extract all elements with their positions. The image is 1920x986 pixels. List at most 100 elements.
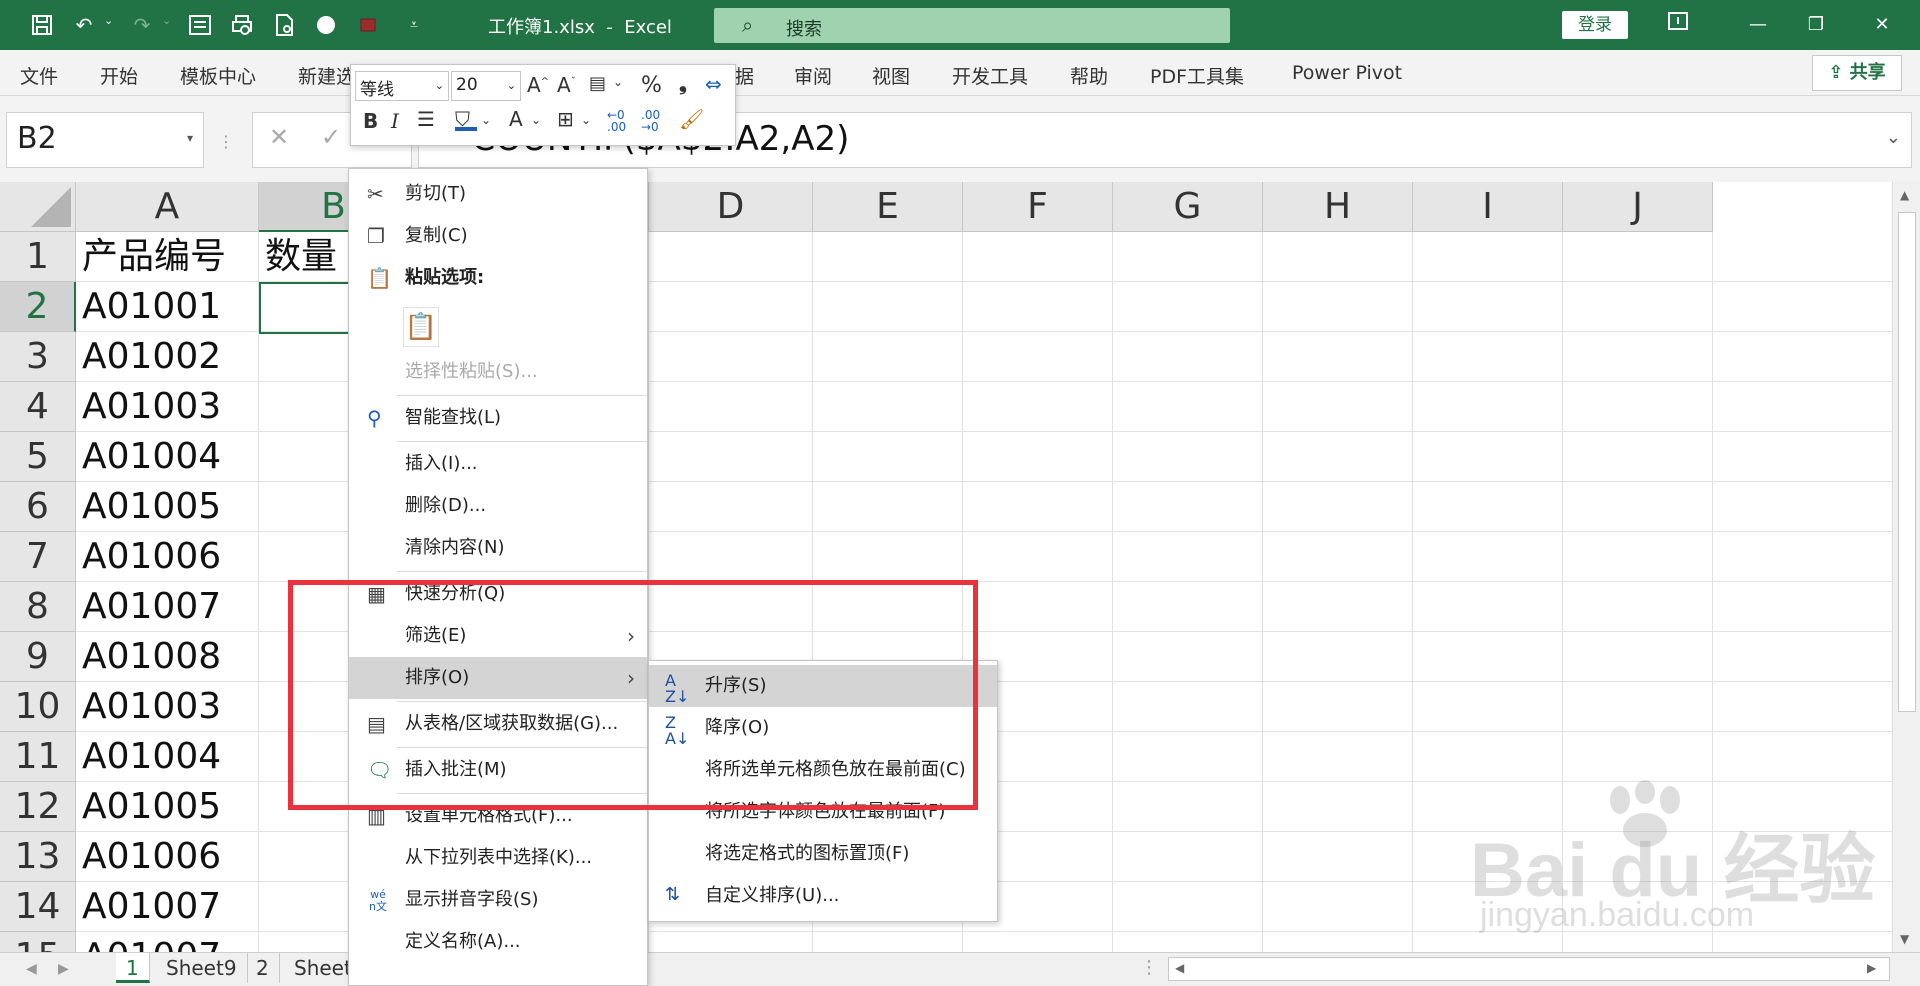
font-dropdown-icon[interactable]: ⌄ — [435, 79, 444, 92]
menu-item-delete[interactable]: 删除(D)... — [349, 485, 647, 527]
increase-font-icon[interactable]: A^ — [527, 73, 549, 97]
row-header-9[interactable]: 9 — [0, 632, 76, 682]
sheet-prev-icon[interactable]: ◀ — [26, 961, 37, 977]
cell-a9[interactable]: A01008 — [76, 632, 259, 682]
name-box[interactable]: B2 ▾ — [6, 112, 204, 168]
currency-dropdown-icon[interactable]: ⌄ — [613, 75, 623, 89]
active-cell-b2[interactable] — [259, 282, 351, 334]
tab-split-handle-icon[interactable]: ⋮ — [1140, 957, 1158, 978]
column-header-g[interactable]: G — [1113, 182, 1263, 232]
row-header-13[interactable]: 13 — [0, 832, 76, 882]
cell-a10[interactable]: A01003 — [76, 682, 259, 732]
row-header-1[interactable]: 1 — [0, 232, 76, 282]
vertical-scrollbar[interactable]: ▲ ▼ — [1892, 182, 1920, 952]
row-header-2[interactable]: 2 — [0, 282, 76, 332]
undo-dropdown-icon[interactable]: ⌄ — [104, 14, 113, 27]
redo-icon[interactable]: ↷ — [128, 11, 156, 39]
customize-icon[interactable]: ⩡ — [400, 11, 428, 39]
scroll-left-icon[interactable]: ◀ — [1175, 961, 1184, 975]
cell-a8[interactable]: A01007 — [76, 582, 259, 632]
decrease-decimal-icon[interactable]: .00 →0 — [641, 109, 660, 133]
fill-color-icon[interactable]: ⛉ — [455, 107, 477, 131]
close-icon[interactable]: ✕ — [1862, 10, 1902, 40]
decrease-font-icon[interactable]: Aˇ — [557, 73, 576, 97]
menu-item-insert[interactable]: 插入(I)... — [349, 443, 647, 485]
cell-a7[interactable]: A01006 — [76, 532, 259, 582]
paste-icon[interactable]: 📋 — [403, 307, 439, 347]
menu-item-smart-lookup[interactable]: ⚲ 智能查找(L) — [349, 397, 647, 439]
borders-dropdown-icon[interactable]: ⌄ — [581, 113, 591, 127]
enter-icon[interactable]: ✓ — [321, 123, 341, 151]
format-painter-icon[interactable]: 🖌 — [679, 107, 704, 131]
cell-a6[interactable]: A01005 — [76, 482, 259, 532]
circle-icon[interactable] — [312, 11, 340, 39]
scroll-right-icon[interactable]: ▶ — [1867, 961, 1876, 975]
borders-icon[interactable]: ⊞ — [557, 107, 574, 131]
vertical-scroll-thumb[interactable] — [1898, 212, 1916, 712]
column-header-j[interactable]: J — [1563, 182, 1713, 232]
column-header-f[interactable]: F — [963, 182, 1113, 232]
currency-format-icon[interactable]: ▤ — [589, 73, 606, 94]
menu-item-cut[interactable]: ✂ 剪切(T) — [349, 173, 647, 215]
cell-a15[interactable]: A01007 — [76, 932, 259, 952]
comma-style-icon[interactable]: ❟ — [679, 71, 687, 95]
ribbon-display-icon[interactable] — [1658, 10, 1698, 40]
sheet-tab-sheet9[interactable]: Sheet9 — [156, 953, 248, 983]
tab-review[interactable]: 审阅 — [794, 62, 832, 89]
cancel-icon[interactable]: ✕ — [269, 123, 289, 151]
size-dropdown-icon[interactable]: ⌄ — [507, 79, 516, 92]
column-header-d[interactable]: D — [649, 182, 813, 232]
align-center-icon[interactable]: ☰ — [417, 107, 435, 131]
column-header-h[interactable]: H — [1263, 182, 1413, 232]
cell-a3[interactable]: A01002 — [76, 332, 259, 382]
cell-a12[interactable]: A01005 — [76, 782, 259, 832]
menu-item-copy[interactable]: ❐ 复制(C) — [349, 215, 647, 257]
minimize-icon[interactable]: — — [1738, 10, 1778, 40]
select-all-corner[interactable] — [0, 182, 76, 232]
column-header-a[interactable]: A — [76, 182, 259, 232]
cell-a13[interactable]: A01006 — [76, 832, 259, 882]
cell-a1[interactable]: 产品编号 — [76, 232, 259, 282]
tab-new[interactable]: 新建选 — [298, 62, 355, 89]
font-name-select[interactable]: 等线 ⌄ — [355, 71, 449, 101]
print-preview-icon[interactable] — [228, 11, 256, 39]
font-color-icon[interactable]: A — [509, 107, 523, 131]
fill-dropdown-icon[interactable]: ⌄ — [481, 113, 491, 127]
row-header-6[interactable]: 6 — [0, 482, 76, 532]
tab-view[interactable]: 视图 — [872, 62, 910, 89]
name-box-dropdown-icon[interactable]: ▾ — [187, 131, 193, 145]
sheet-next-icon[interactable]: ▶ — [58, 961, 69, 977]
font-color-dropdown-icon[interactable]: ⌄ — [531, 113, 541, 127]
row-header-5[interactable]: 5 — [0, 432, 76, 482]
tab-pdf-tools[interactable]: PDF工具集 — [1150, 62, 1244, 89]
tab-power-pivot[interactable]: Power Pivot — [1292, 62, 1402, 84]
tab-templates[interactable]: 模板中心 — [180, 62, 256, 89]
row-header-7[interactable]: 7 — [0, 532, 76, 582]
cloud-icon[interactable] — [354, 11, 382, 39]
horizontal-scrollbar[interactable]: ◀ ▶ — [1168, 957, 1890, 981]
row-header-14[interactable]: 14 — [0, 882, 76, 932]
cell-a14[interactable]: A01007 — [76, 882, 259, 932]
row-header-12[interactable]: 12 — [0, 782, 76, 832]
sheet-tab-2[interactable]: 2 — [246, 953, 280, 983]
scroll-down-icon[interactable]: ▼ — [1900, 932, 1909, 946]
merge-center-icon[interactable]: ⇔ — [705, 72, 722, 96]
menu-item-clear[interactable]: 清除内容(N) — [349, 527, 647, 569]
form-icon[interactable] — [186, 11, 214, 39]
menu-item-paste-special[interactable]: 选择性粘贴(S)... — [349, 351, 647, 393]
undo-icon[interactable]: ↶ — [70, 11, 98, 39]
tab-file[interactable]: 文件 — [20, 62, 58, 89]
tab-developer[interactable]: 开发工具 — [952, 62, 1028, 89]
bold-icon[interactable]: B — [363, 109, 378, 133]
percent-icon[interactable]: % — [641, 73, 662, 98]
save-icon[interactable] — [28, 11, 56, 39]
login-button[interactable]: 登录 — [1562, 11, 1628, 39]
formula-bar-splitter-icon[interactable]: ⋮ — [218, 132, 234, 151]
scroll-up-icon[interactable]: ▲ — [1900, 188, 1909, 202]
row-header-8[interactable]: 8 — [0, 582, 76, 632]
search-box[interactable]: ⌕ 搜索 — [714, 8, 1230, 43]
column-header-i[interactable]: I — [1413, 182, 1563, 232]
share-button[interactable]: ⇪ 共享 — [1812, 55, 1902, 91]
row-header-10[interactable]: 10 — [0, 682, 76, 732]
expand-formula-icon[interactable]: ⌄ — [1886, 127, 1901, 148]
